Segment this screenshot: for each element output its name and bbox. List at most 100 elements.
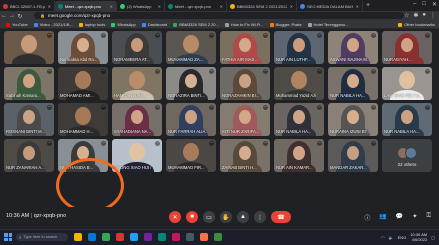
- info-icon[interactable]: ⓘ: [364, 213, 370, 222]
- participant-name: NURAISYAH...: [384, 57, 412, 62]
- participant-tile[interactable]: ⋯ MUHAMMAD FIR...: [166, 139, 216, 172]
- browser-tab[interactable]: (2) WhatsApp ✕: [117, 1, 165, 11]
- participant-tile[interactable]: ⋯: [4, 31, 54, 64]
- participant-tile[interactable]: ⋯ NUR FARRAH ALIA...: [166, 103, 216, 136]
- participant-tile[interactable]: ⋯ SITI NUR ZARIFA...: [220, 103, 270, 136]
- taskbar-app-icon[interactable]: [116, 233, 124, 241]
- taskbar-app-icon[interactable]: [172, 233, 180, 241]
- taskbar-app-icon[interactable]: [130, 233, 138, 241]
- tab-close-icon[interactable]: ✕: [356, 4, 359, 9]
- bookmark-item[interactable]: Blogger: Posts: [269, 22, 302, 27]
- taskbar-search[interactable]: ⌕ Type here to search: [16, 233, 68, 241]
- participant-tile[interactable]: ⋯ NUR NABILA HA...: [382, 103, 432, 136]
- raise-hand-button[interactable]: ✋: [220, 211, 232, 223]
- participant-tile[interactable]: ⋯ NURAISYAH...: [382, 31, 432, 64]
- windows-start-icon[interactable]: [4, 233, 12, 241]
- bookmark-item[interactable]: Video - 2021/1/B...: [33, 22, 73, 27]
- language-indicator[interactable]: ENG: [398, 235, 407, 240]
- bookmark-item[interactable]: How to Fix Wi-Fi...: [224, 22, 264, 27]
- url-field[interactable]: 🔒 meet.google.com/qzr-xpqb-pno: [34, 12, 404, 19]
- tab-label: SEO MEDIA DALAM BAHASA: [307, 3, 353, 9]
- mic-off-button[interactable]: ✕: [169, 211, 181, 223]
- browser-tab[interactable]: Meet - qzr-xpqb-pno ✕: [165, 1, 227, 11]
- minimize-icon[interactable]: –: [413, 1, 416, 8]
- more-options-button[interactable]: ⋮: [254, 211, 266, 223]
- camera-off-button[interactable]: ■: [186, 211, 198, 223]
- bookmark-item[interactable]: BBM3326 SEM 2 20...: [173, 22, 219, 27]
- participant-tile[interactable]: ⋯ LAW XIAO PEI / U...: [382, 67, 432, 100]
- back-arrow-icon[interactable]: ←: [0, 13, 8, 19]
- taskbar-app-icon[interactable]: [186, 233, 194, 241]
- taskbar-app-icon[interactable]: [74, 233, 82, 241]
- people-icon[interactable]: 👥: [379, 213, 386, 222]
- participant-tile[interactable]: ⋯ Normalisa Abd Ra...: [58, 31, 108, 64]
- bookmark-item[interactable]: Hotel Terengganu...: [307, 22, 348, 27]
- participant-tile[interactable]: ⋯ MANDAR ZAKAR...: [328, 139, 378, 172]
- participant-tile[interactable]: ⋯ NUR AIN KAMAR...: [274, 139, 324, 172]
- participant-tile[interactable]: ⋯ ZAINAB BINTI H...: [220, 139, 270, 172]
- taskbar-app-icon[interactable]: [144, 233, 152, 241]
- participant-tile[interactable]: ⋯ Sabihah Kamaru...: [4, 67, 54, 100]
- others-tile[interactable]: 22 others: [382, 139, 432, 172]
- participant-tile[interactable]: ⋯ NUR ZANARIAH A...: [4, 139, 54, 172]
- participant-tile[interactable]: ⋯ ROSNANI BINTI M...: [4, 103, 54, 136]
- other-bookmarks[interactable]: Other bookmarks: [398, 22, 435, 27]
- browser-tab[interactable]: BBCI-32087-1-FB.pdf ✕: [0, 1, 55, 11]
- tab-close-icon[interactable]: ✕: [48, 4, 51, 9]
- participant-tile[interactable]: ⋯ ASWANI NAJIHA M...: [328, 31, 378, 64]
- reload-icon[interactable]: ↻: [16, 13, 24, 20]
- bookmark-item[interactable]: Dashboard: [141, 22, 167, 27]
- taskbar-app-icon[interactable]: [88, 233, 96, 241]
- participant-tile[interactable]: ⋯ MOHAMMAD H...: [58, 103, 108, 136]
- participant-name: NUR NABILA HA...: [330, 93, 366, 98]
- maximize-icon[interactable]: □: [422, 1, 426, 8]
- participant-tile[interactable]: ⋯ Muhammad Yazid Azi...: [274, 67, 324, 100]
- participant-tile[interactable]: ⋯ MUHAMMAD ZA...: [166, 31, 216, 64]
- present-button[interactable]: ▲: [237, 211, 249, 223]
- participant-tile[interactable]: ⋯ NUR AIN LUTHF...: [274, 31, 324, 64]
- participant-tile[interactable]: ⋯ NUR NABILA HA...: [274, 103, 324, 136]
- volume-icon[interactable]: 🔈: [389, 235, 394, 240]
- leave-call-button[interactable]: ☎: [271, 211, 291, 223]
- star-icon[interactable]: ☆: [404, 12, 409, 19]
- tab-close-icon[interactable]: ✕: [290, 4, 293, 9]
- browser-tab[interactable]: BBM3326 SEM 2 2021/2022 ✕: [227, 1, 297, 11]
- taskbar-app-icon[interactable]: [200, 233, 208, 241]
- forward-arrow-icon[interactable]: →: [8, 13, 16, 19]
- participant-tile[interactable]: ⋯ NORAZIRA BINTI...: [166, 67, 216, 100]
- participant-tile[interactable]: ⋯ NURAINA IZUNI BT...: [328, 103, 378, 136]
- participant-tile[interactable]: ⋯ NORAMEERA AT...: [112, 31, 162, 64]
- wifi-icon[interactable]: ◠: [381, 235, 385, 240]
- tab-favicon-icon: [3, 3, 8, 9]
- extensions-icon[interactable]: ✱: [413, 12, 418, 19]
- participant-tile[interactable]: ⋯ HAMDAN HAR...: [112, 67, 162, 100]
- browser-tab[interactable]: Meet - qzr-xpqb-pno ✕: [55, 1, 117, 11]
- browser-tab[interactable]: SEO MEDIA DALAM BAHASA✕: [297, 1, 363, 11]
- tab-close-icon[interactable]: ✕: [158, 4, 161, 9]
- participant-tile[interactable]: ⋯ SYAHADIANA NA...: [112, 103, 162, 136]
- new-tab-icon[interactable]: +: [363, 2, 373, 9]
- activities-icon[interactable]: ✦: [412, 213, 417, 222]
- taskbar-app-icon[interactable]: [158, 233, 166, 241]
- participant-face: [347, 74, 359, 88]
- notifications-icon[interactable]: ▢: [431, 235, 435, 240]
- bookmark-item[interactable]: laptop tools: [78, 22, 105, 27]
- participant-tile[interactable]: ⋯ NORAZAHIKIN BI...: [220, 67, 270, 100]
- participant-tile[interactable]: ⋯ MOHAMAD AMI...: [58, 67, 108, 100]
- host-controls-icon[interactable]: ⚿: [426, 213, 431, 222]
- bookmark-item[interactable]: YouTube: [6, 22, 28, 27]
- bookmark-item[interactable]: WhatsApp: [111, 22, 136, 27]
- participant-tile[interactable]: ⋯ NUR NABILA HA...: [328, 67, 378, 100]
- profile-icon[interactable]: ●: [422, 12, 426, 19]
- participant-tile[interactable]: ⋯ FATHIA AIR MAS...: [220, 31, 270, 64]
- taskbar-clock[interactable]: 10:36 AM 4/6/2022: [410, 232, 427, 242]
- participant-tile[interactable]: ⋯ CHONG XIAO HUI / U...: [112, 139, 162, 172]
- close-icon[interactable]: ✕: [432, 1, 437, 8]
- taskbar-app-icon[interactable]: [214, 233, 222, 241]
- tab-close-icon[interactable]: ✕: [110, 4, 113, 9]
- menu-icon[interactable]: ⋮: [430, 12, 436, 19]
- tab-close-icon[interactable]: ✕: [220, 4, 223, 9]
- chat-icon[interactable]: 💬: [396, 213, 403, 222]
- taskbar-app-icon[interactable]: [102, 233, 110, 241]
- captions-button[interactable]: ▭: [203, 211, 215, 223]
